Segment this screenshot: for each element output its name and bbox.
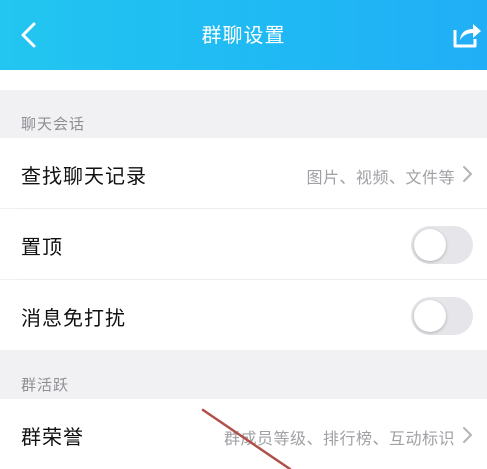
section-label-chat: 聊天会话	[21, 115, 86, 133]
app-header: 群聊设置	[0, 0, 487, 70]
chevron-right-icon	[463, 166, 472, 182]
row-label: 消息免打扰	[21, 306, 126, 330]
row-hint: 图片、视频、文件等	[306, 168, 455, 187]
section-label-activity: 群活跃	[21, 376, 70, 394]
row-label: 置顶	[21, 235, 63, 259]
row-hint: 群成员等级、排行榜、互动标识	[223, 429, 455, 448]
row-pin-top: 置顶	[0, 209, 487, 279]
share-icon[interactable]	[449, 18, 483, 52]
pin-toggle[interactable]	[411, 226, 473, 264]
top-card-edge	[0, 70, 487, 90]
row-label: 群荣誉	[21, 425, 84, 449]
mute-toggle[interactable]	[411, 297, 473, 335]
toggle-knob	[414, 300, 446, 332]
row-group-honor[interactable]: 群荣誉 群成员等级、排行榜、互动标识	[0, 399, 487, 469]
row-label: 查找聊天记录	[21, 164, 147, 188]
row-do-not-disturb: 消息免打扰	[0, 280, 487, 350]
chevron-right-icon	[463, 427, 472, 443]
row-search-history[interactable]: 查找聊天记录 图片、视频、文件等	[0, 138, 487, 208]
page-title: 群聊设置	[201, 23, 286, 47]
toggle-knob	[414, 229, 446, 261]
